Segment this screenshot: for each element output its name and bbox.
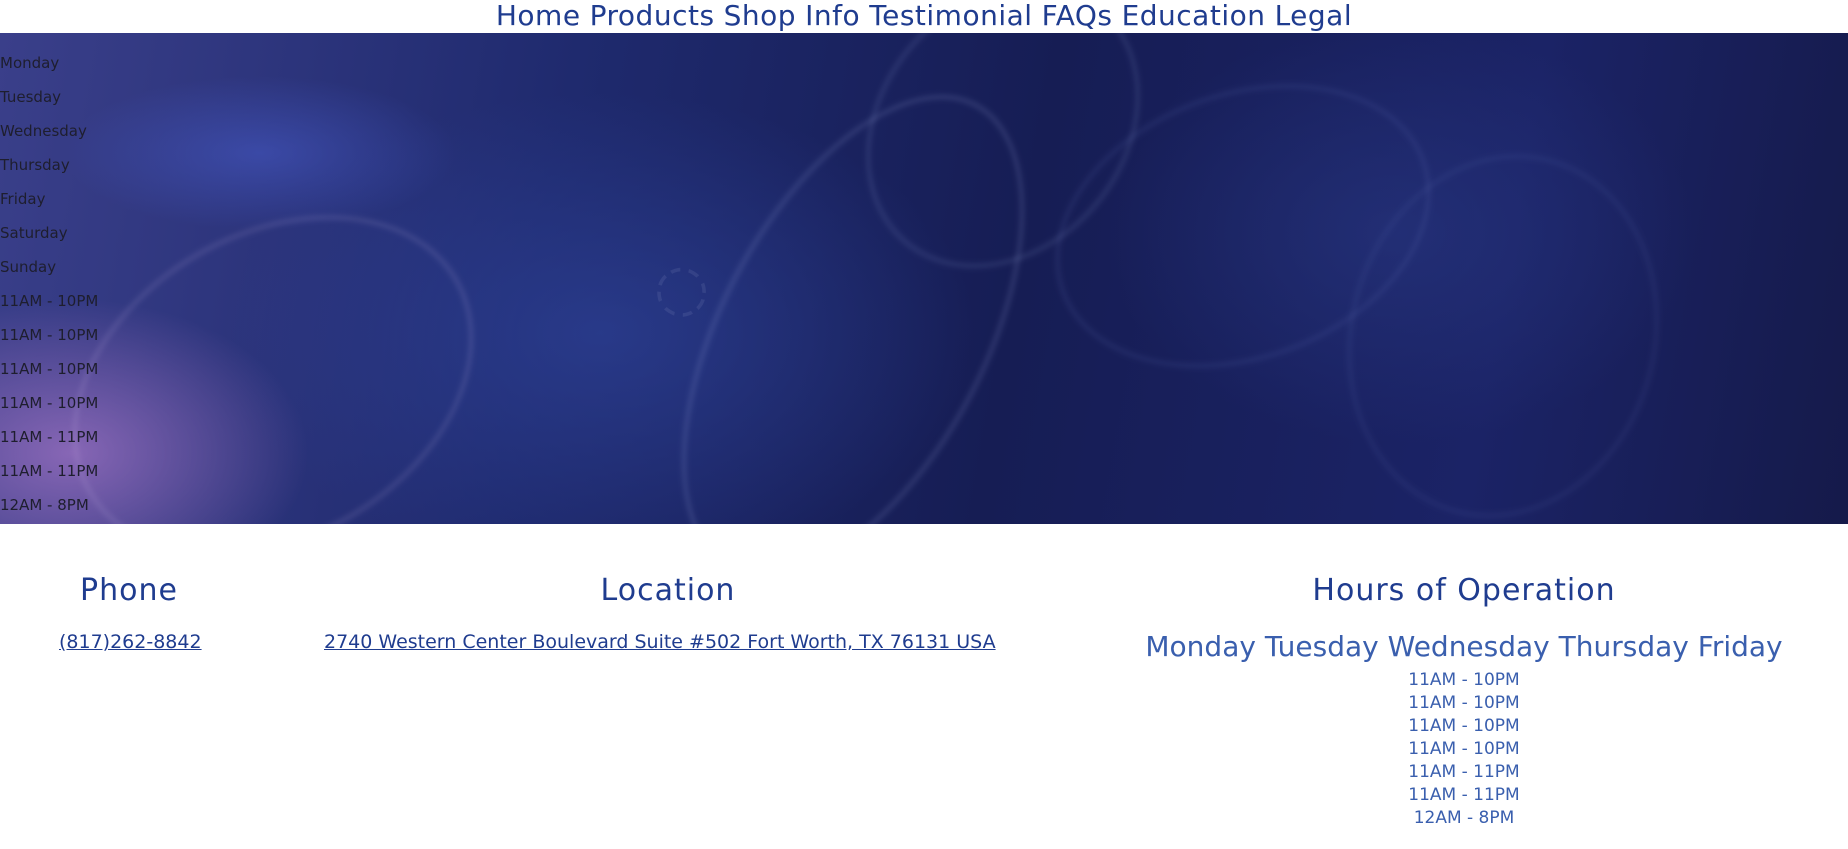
hours-title: Hours of Operation	[1312, 573, 1616, 608]
hero-hours-item: Thursday	[0, 156, 70, 174]
nav-link-faqs[interactable]: FAQs	[1040, 0, 1115, 32]
hero-hours-item: 11AM - 10PM	[0, 326, 99, 344]
nav-link-products[interactable]: Products	[588, 0, 717, 32]
nav-link-home[interactable]: Home	[494, 0, 583, 32]
hero-hours-item: Wednesday	[0, 122, 87, 140]
nav-link-legal[interactable]: Legal	[1273, 0, 1355, 32]
address-link[interactable]: 2740 Western Center Boulevard Suite #502…	[324, 631, 996, 653]
hours-time: 11AM - 10PM	[1408, 716, 1520, 736]
hero-hours-item: Tuesday	[0, 88, 62, 106]
location-title: Location	[600, 573, 736, 608]
nav-link-shop[interactable]: Shop	[722, 0, 798, 32]
phone-title: Phone	[80, 573, 178, 608]
hero-hours-item: Friday	[0, 190, 46, 208]
hero-hours-list: Monday Tuesday Wednesday Thursday Friday…	[0, 49, 98, 524]
hours-time: 11AM - 11PM	[1408, 785, 1520, 805]
nav-link-testimonial[interactable]: Testimonial	[867, 0, 1034, 32]
hero-hours-item: 12AM - 8PM	[0, 496, 89, 514]
hours-time: 11AM - 10PM	[1408, 739, 1520, 759]
hero-hours-item: Monday	[0, 54, 60, 72]
hero-hours-item: 11AM - 11PM	[0, 428, 99, 446]
hours-time: 11AM - 11PM	[1408, 762, 1520, 782]
main-navigation: Home Products Shop Info Testimonial FAQs…	[0, 0, 1848, 33]
hero-hours-item: Sunday	[0, 258, 57, 276]
hero-hours-item: 11AM - 10PM	[0, 360, 99, 378]
hero-hours-item: 11AM - 10PM	[0, 292, 99, 310]
nav-link-info[interactable]: Info	[803, 0, 862, 32]
hours-times-list: 11AM - 10PM 11AM - 10PM 11AM - 10PM 11AM…	[1137, 669, 1791, 830]
nav-link-education[interactable]: Education	[1120, 0, 1268, 32]
hero-hours-item: Saturday	[0, 224, 68, 242]
hero-hours-item: 11AM - 10PM	[0, 394, 99, 412]
phone-link[interactable]: (817)262-8842	[59, 631, 202, 653]
hours-days: Monday Tuesday Wednesday Thursday Friday	[1145, 630, 1783, 663]
hours-time: 11AM - 10PM	[1408, 693, 1520, 713]
hours-time: 12AM - 8PM	[1413, 808, 1515, 828]
hero-banner: ◌ Monday Tuesday Wednesday Thursday Frid…	[0, 33, 1848, 524]
watermark: ◌	[631, 246, 725, 334]
hero-hours-item: 11AM - 11PM	[0, 462, 99, 480]
hours-time: 11AM - 10PM	[1408, 670, 1520, 690]
